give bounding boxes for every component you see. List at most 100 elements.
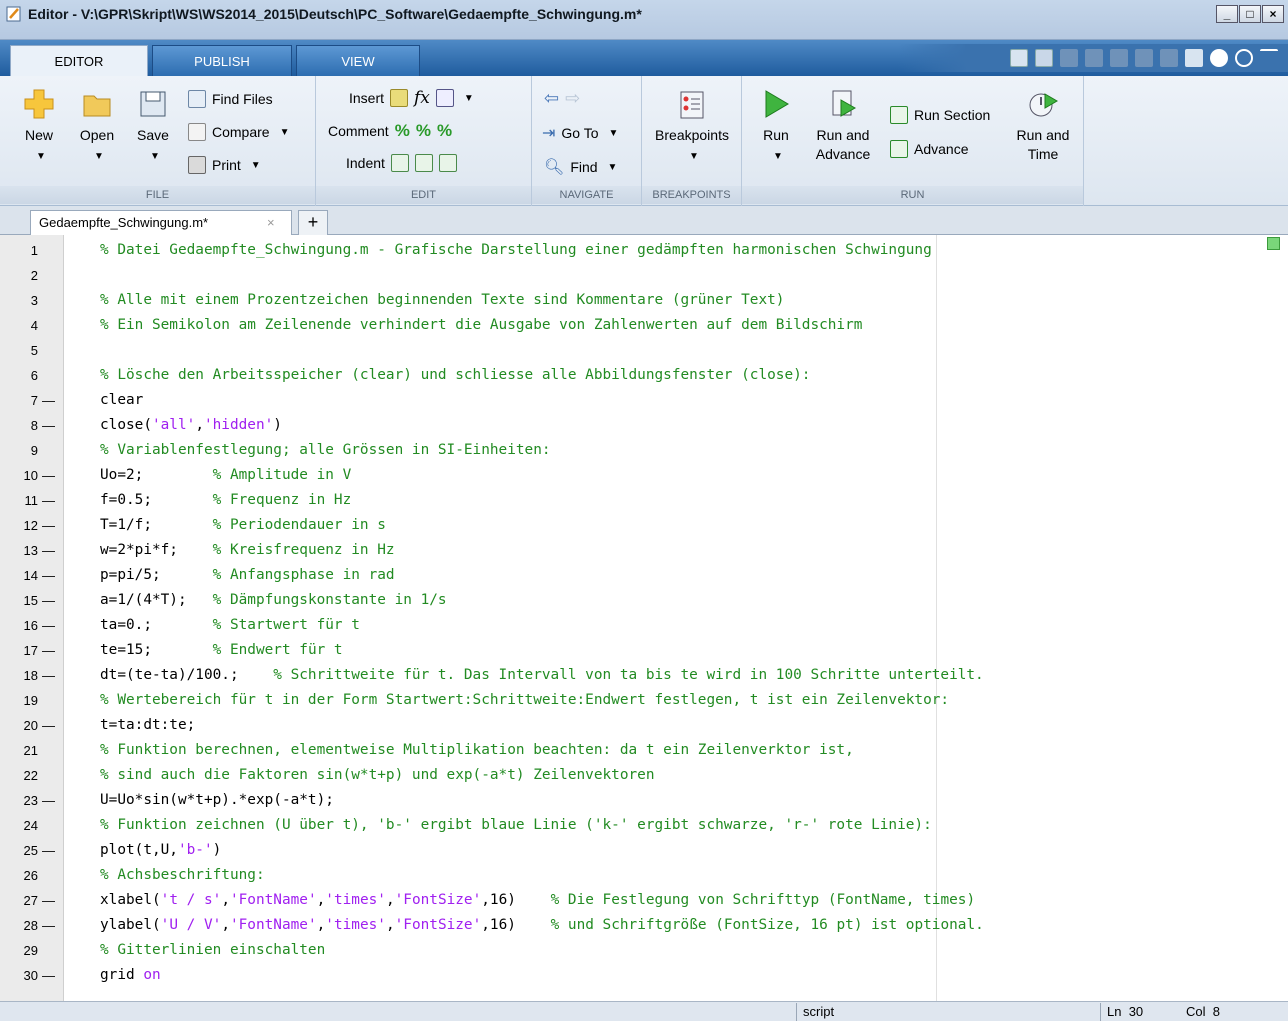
code-line[interactable]: 26 % Achsbeschriftung: [0,863,1288,888]
run-and-time-button[interactable]: Run and Time [1008,88,1078,164]
code-line[interactable]: 25 — plot(t,U,'b-') [0,838,1288,863]
code-line[interactable]: 19 % Wertebereich für t in der Form Start… [0,688,1288,713]
uncomment-icon[interactable]: % [416,121,431,141]
code-line[interactable]: 13 — w=2*pi*f; % Kreisfrequenz in Hz [0,538,1288,563]
breakpoint-marker[interactable]: — [42,588,55,613]
code-line[interactable]: 23 — U=Uo*sin(w*t+p).*exp(-a*t); [0,788,1288,813]
code-line[interactable]: 7 — clear [0,388,1288,413]
options-icon[interactable] [1235,49,1253,67]
code-line[interactable]: 16 — ta=0.; % Startwert für t [0,613,1288,638]
code-line[interactable]: 14 — p=pi/5; % Anfangsphase in rad [0,563,1288,588]
save-button[interactable]: Save ▼ [128,88,178,166]
print-button[interactable]: Print ▼ [188,156,261,174]
save-icon[interactable] [1035,49,1053,67]
open-button[interactable]: Open ▼ [72,88,122,166]
collapse-ribbon-icon[interactable] [1260,49,1278,67]
code-line[interactable]: 24 % Funktion zeichnen (U über t), 'b-' e… [0,813,1288,838]
breakpoint-marker[interactable]: — [42,663,55,688]
undo-icon[interactable] [1135,49,1153,67]
code-line[interactable]: 1 % Datei Gedaempfte_Schwingung.m - Grafi… [0,238,1288,263]
chevron-down-icon[interactable]: ▼ [464,93,474,104]
switch-windows-icon[interactable] [1185,49,1203,67]
help-icon[interactable] [1210,49,1228,67]
code-line[interactable]: 20 — t=ta:dt:te; [0,713,1288,738]
fx-icon[interactable]: fx [414,88,430,108]
compare-button[interactable]: Compare ▼ [188,123,290,141]
code-line[interactable]: 6 % Lösche den Arbeitsspeicher (clear) un… [0,363,1288,388]
breakpoint-marker[interactable]: — [42,463,55,488]
cut-icon[interactable] [1060,49,1078,67]
status-bar: script Ln 30 Col 8 [0,1001,1288,1021]
breakpoint-marker[interactable]: — [42,413,55,438]
smart-indent-icon[interactable] [390,154,409,172]
save-all-icon[interactable] [1010,49,1028,67]
code-text: clear [100,392,144,408]
code-line[interactable]: 18 — dt=(te-ta)/100.; % Schrittweite für t… [0,663,1288,688]
run-and-advance-button[interactable]: Run and Advance [808,88,878,164]
advance-button[interactable]: Advance [890,140,968,158]
breakpoint-marker[interactable]: — [42,513,55,538]
ribbon: New ▼ Open ▼ Save ▼ Find Files Compare ▼ Pri… [0,76,1288,206]
run-button[interactable]: Run ▼ [754,88,798,166]
new-button[interactable]: New ▼ [14,88,64,166]
maximize-button[interactable]: □ [1239,5,1261,23]
minimize-button[interactable]: _ [1216,5,1238,23]
code-line[interactable]: 22 % sind auch die Faktoren sin(w*t+p) un… [0,763,1288,788]
close-tab-icon[interactable]: × [267,211,275,234]
breakpoint-marker[interactable]: — [42,788,55,813]
code-line[interactable]: 30 — grid on [0,963,1288,988]
breakpoint-marker[interactable]: — [42,613,55,638]
code-line[interactable]: 2 [0,263,1288,288]
breakpoint-marker[interactable]: — [42,888,55,913]
tab-editor[interactable]: EDITOR [10,45,148,76]
code-line[interactable]: 10 — Uo=2; % Amplitude in V [0,463,1288,488]
close-window-button[interactable]: × [1262,5,1284,23]
goto-button[interactable]: ⇥ Go To ▼ [542,123,618,143]
breakpoint-marker[interactable]: — [42,838,55,863]
code-line[interactable]: 21 % Funktion berechnen, elementweise Mul… [0,738,1288,763]
code-line[interactable]: 15 — a=1/(4*T); % Dämpfungskonstante in 1/… [0,588,1288,613]
insert-section-icon[interactable] [390,89,409,107]
breakpoint-marker[interactable]: — [42,488,55,513]
code-line[interactable]: 12 — T=1/f; % Periodendauer in s [0,513,1288,538]
tab-view[interactable]: VIEW [296,45,420,76]
find-button[interactable]: 🔍︎ Find ▼ [544,157,617,177]
increase-indent-icon[interactable] [414,154,433,172]
code-line[interactable]: 3 % Alle mit einem Prozentzeichen beginne… [0,288,1288,313]
run-section-button[interactable]: Run Section [890,106,990,124]
code-line[interactable]: 9 % Variablenfestlegung; alle Grössen in … [0,438,1288,463]
tab-publish[interactable]: PUBLISH [152,45,292,76]
back-arrow-icon[interactable]: ⇦ [544,88,559,109]
decrease-indent-icon[interactable] [438,154,457,172]
code-line[interactable]: 27 — xlabel('t / s','FontName','times','Fo… [0,888,1288,913]
code-line[interactable]: 11— f=0.5; % Frequenz in Hz [0,488,1288,513]
wrap-comments-icon[interactable]: % [437,121,452,141]
document-tab-label: Gedaempfte_Schwingung.m* [39,215,209,230]
code-editor[interactable]: 1 % Datei Gedaempfte_Schwingung.m - Grafi… [0,235,1288,1001]
code-line[interactable]: 17 — te=15; % Endwert für t [0,638,1288,663]
paste-icon[interactable] [1110,49,1128,67]
line-number: 11 [24,493,39,508]
code-line[interactable]: 28 — ylabel('U / V','FontName','times','Fo… [0,913,1288,938]
breakpoint-marker[interactable]: — [42,638,55,663]
breakpoint-marker[interactable]: — [42,563,55,588]
code-line[interactable]: 29 % Gitterlinien einschalten [0,938,1288,963]
breakpoint-marker[interactable]: — [42,913,55,938]
breakpoint-marker[interactable]: — [42,388,55,413]
insert-function-icon[interactable] [435,89,454,107]
line-number: 16 [23,618,38,633]
forward-arrow-icon[interactable]: ⇨ [565,88,580,109]
code-line[interactable]: 5 [0,338,1288,363]
breakpoints-button[interactable]: Breakpoints ▼ [648,90,736,166]
breakpoint-marker[interactable]: — [42,713,55,738]
document-tab[interactable]: Gedaempfte_Schwingung.m* × [30,210,292,235]
copy-icon[interactable] [1085,49,1103,67]
comment-percent-icon[interactable]: % [395,121,410,141]
breakpoint-marker[interactable]: — [42,538,55,563]
code-line[interactable]: 8 — close('all','hidden') [0,413,1288,438]
code-line[interactable]: 4 % Ein Semikolon am Zeilenende verhinder… [0,313,1288,338]
breakpoint-marker[interactable]: — [42,963,55,988]
new-tab-button[interactable]: + [298,210,328,235]
redo-icon[interactable] [1160,49,1178,67]
find-files-button[interactable]: Find Files [188,90,273,108]
